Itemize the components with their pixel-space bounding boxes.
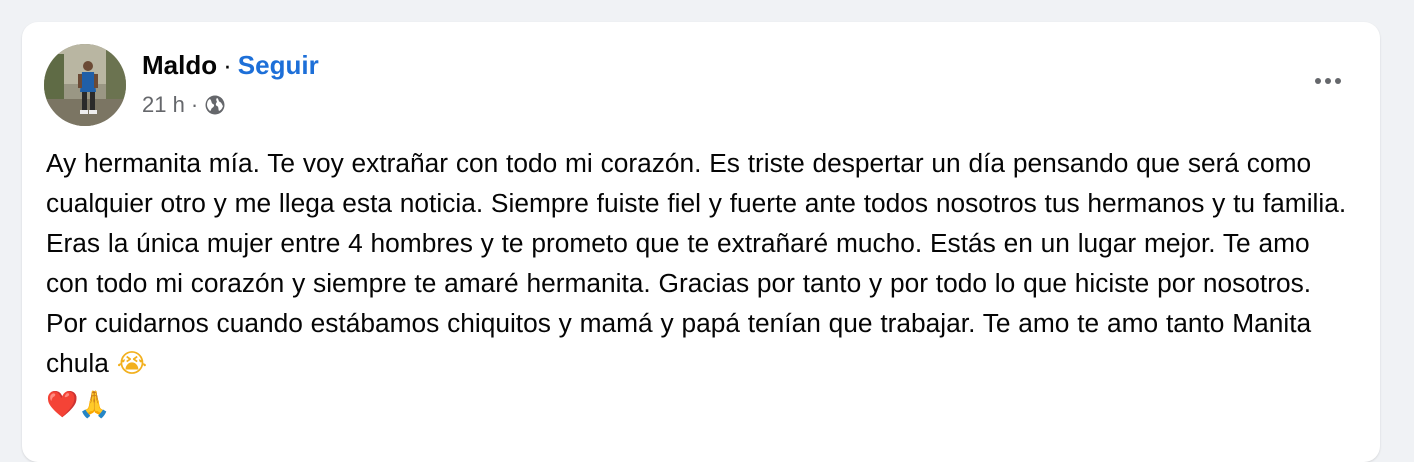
- globe-icon[interactable]: [204, 94, 226, 116]
- post-meta: 21 h ·: [142, 90, 226, 120]
- post-timestamp[interactable]: 21 h: [142, 90, 185, 120]
- more-dot: [1325, 78, 1331, 84]
- more-dot: [1315, 78, 1321, 84]
- header-separator: ·: [223, 50, 232, 80]
- post-body: Ay hermanita mía. Te voy extrañar con to…: [46, 148, 1347, 378]
- crying-emoji-icon: 😭: [116, 349, 148, 379]
- follow-button[interactable]: Seguir: [238, 50, 319, 80]
- post-header: Maldo · Seguir: [142, 48, 319, 82]
- more-dot: [1335, 78, 1341, 84]
- heart-emoji-icon: ❤️: [46, 390, 79, 420]
- avatar[interactable]: [44, 44, 126, 126]
- post-card: Maldo · Seguir 21 h · Ay hermanita mía. Te…: [22, 22, 1380, 462]
- author-name[interactable]: Maldo: [142, 50, 217, 80]
- post-message: Ay hermanita mía. Te voy extrañar con to…: [46, 143, 1356, 425]
- praying-hands-emoji-icon: 🙏: [78, 390, 111, 420]
- avatar-photo: [44, 44, 126, 126]
- meta-separator: ·: [190, 92, 199, 117]
- more-options-icon[interactable]: [1306, 66, 1350, 96]
